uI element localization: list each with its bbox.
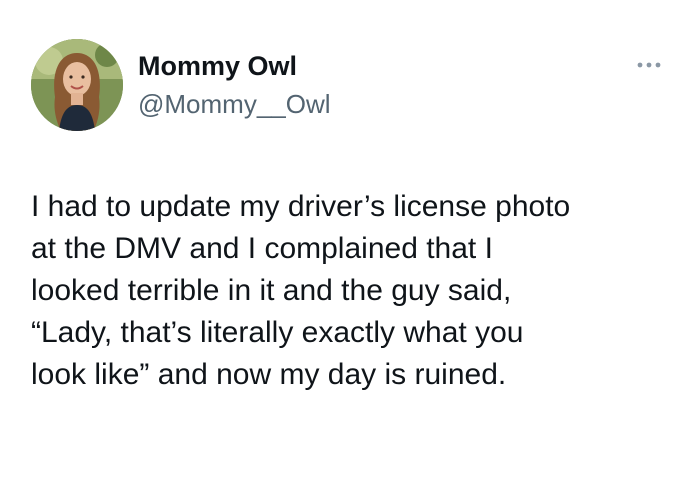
tweet-text-line: I had to update my driver’s license phot… (31, 190, 571, 223)
tweet-card: Mommy Owl @Mommy__Owl I had to update my… (0, 0, 700, 493)
more-options-icon[interactable] (636, 58, 662, 70)
author-display-name[interactable]: Mommy Owl (138, 49, 297, 83)
tweet-text-line: at the DMV and I complained that I (31, 232, 493, 265)
tweet-text: I had to update my driver’s license phot… (31, 186, 671, 396)
tweet-text-line: look like” and now my day is ruined. (31, 358, 507, 391)
tweet-text-line: “Lady, that’s literally exactly what you (31, 316, 524, 349)
profile-photo-icon (31, 39, 123, 131)
author-handle[interactable]: @Mommy__Owl (138, 88, 331, 120)
author-avatar[interactable] (31, 39, 123, 131)
tweet-text-line: looked terrible in it and the guy said, (31, 274, 512, 307)
